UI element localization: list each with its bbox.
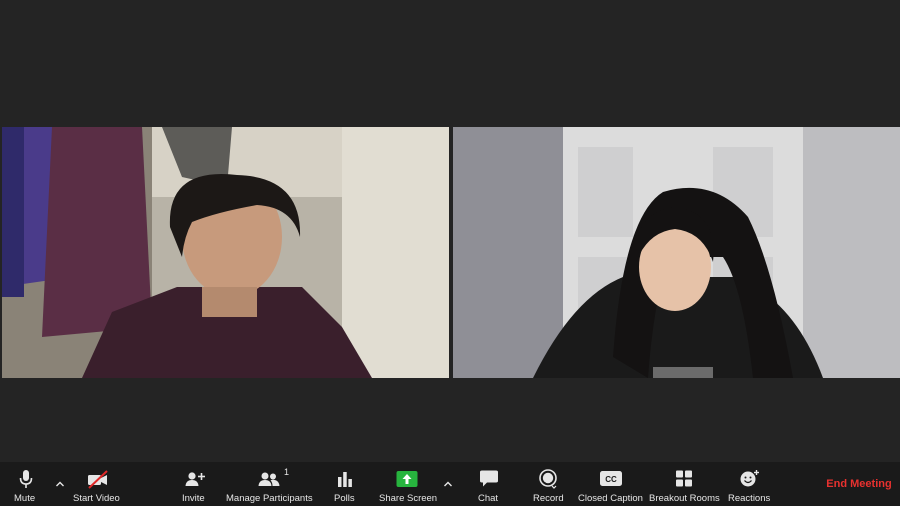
polls-button[interactable]: Polls xyxy=(331,462,359,506)
mute-button[interactable]: Mute xyxy=(10,462,42,506)
breakout-rooms-label: Breakout Rooms xyxy=(649,493,720,504)
manage-participants-label: Manage Participants xyxy=(226,493,313,504)
add-person-icon xyxy=(184,469,206,489)
record-icon xyxy=(538,469,558,489)
manage-participants-button[interactable]: 1 Manage Participants xyxy=(225,462,315,506)
invite-label: Invite xyxy=(182,493,205,504)
grid-icon xyxy=(674,469,694,489)
chat-button[interactable]: Chat xyxy=(476,462,502,506)
polls-label: Polls xyxy=(334,493,355,504)
video-off-icon xyxy=(86,469,110,489)
end-meeting-button[interactable]: End Meeting xyxy=(820,478,898,494)
share-screen-button[interactable]: Share Screen xyxy=(378,462,438,506)
meeting-toolbar: Mute Start Video Invite 1 Manage Partici… xyxy=(0,462,900,506)
participant-video-tile[interactable] xyxy=(453,127,900,378)
mute-label: Mute xyxy=(14,493,36,504)
participants-icon xyxy=(257,469,281,489)
participants-count-badge: 1 xyxy=(284,467,290,477)
start-video-label: Start Video xyxy=(73,493,120,504)
audio-options-chevron-up-icon[interactable] xyxy=(55,476,65,487)
invite-button[interactable]: Invite xyxy=(180,462,210,506)
breakout-rooms-button[interactable]: Breakout Rooms xyxy=(647,462,721,506)
video-stage xyxy=(0,0,900,462)
reactions-label: Reactions xyxy=(728,493,771,504)
participant-video-tile[interactable] xyxy=(2,127,449,378)
record-label: Record xyxy=(533,493,564,504)
bar-chart-icon xyxy=(337,469,353,489)
smiley-plus-icon xyxy=(739,469,761,489)
reactions-button[interactable]: Reactions xyxy=(727,462,771,506)
cc-icon: CC xyxy=(599,469,623,489)
share-options-chevron-up-icon[interactable] xyxy=(443,476,453,487)
share-screen-icon xyxy=(395,469,419,489)
chat-label: Chat xyxy=(478,493,499,504)
cc-icon-text: CC xyxy=(605,475,617,484)
record-button[interactable]: Record xyxy=(531,462,565,506)
participant-video-image xyxy=(2,127,449,378)
chat-bubble-icon xyxy=(478,469,500,489)
closed-caption-button[interactable]: CC Closed Caption xyxy=(577,462,645,506)
start-video-button[interactable]: Start Video xyxy=(70,462,126,506)
closed-caption-label: Closed Caption xyxy=(578,493,643,504)
microphone-icon xyxy=(19,469,33,489)
share-screen-label: Share Screen xyxy=(379,493,438,504)
participant-video-image xyxy=(453,127,900,378)
